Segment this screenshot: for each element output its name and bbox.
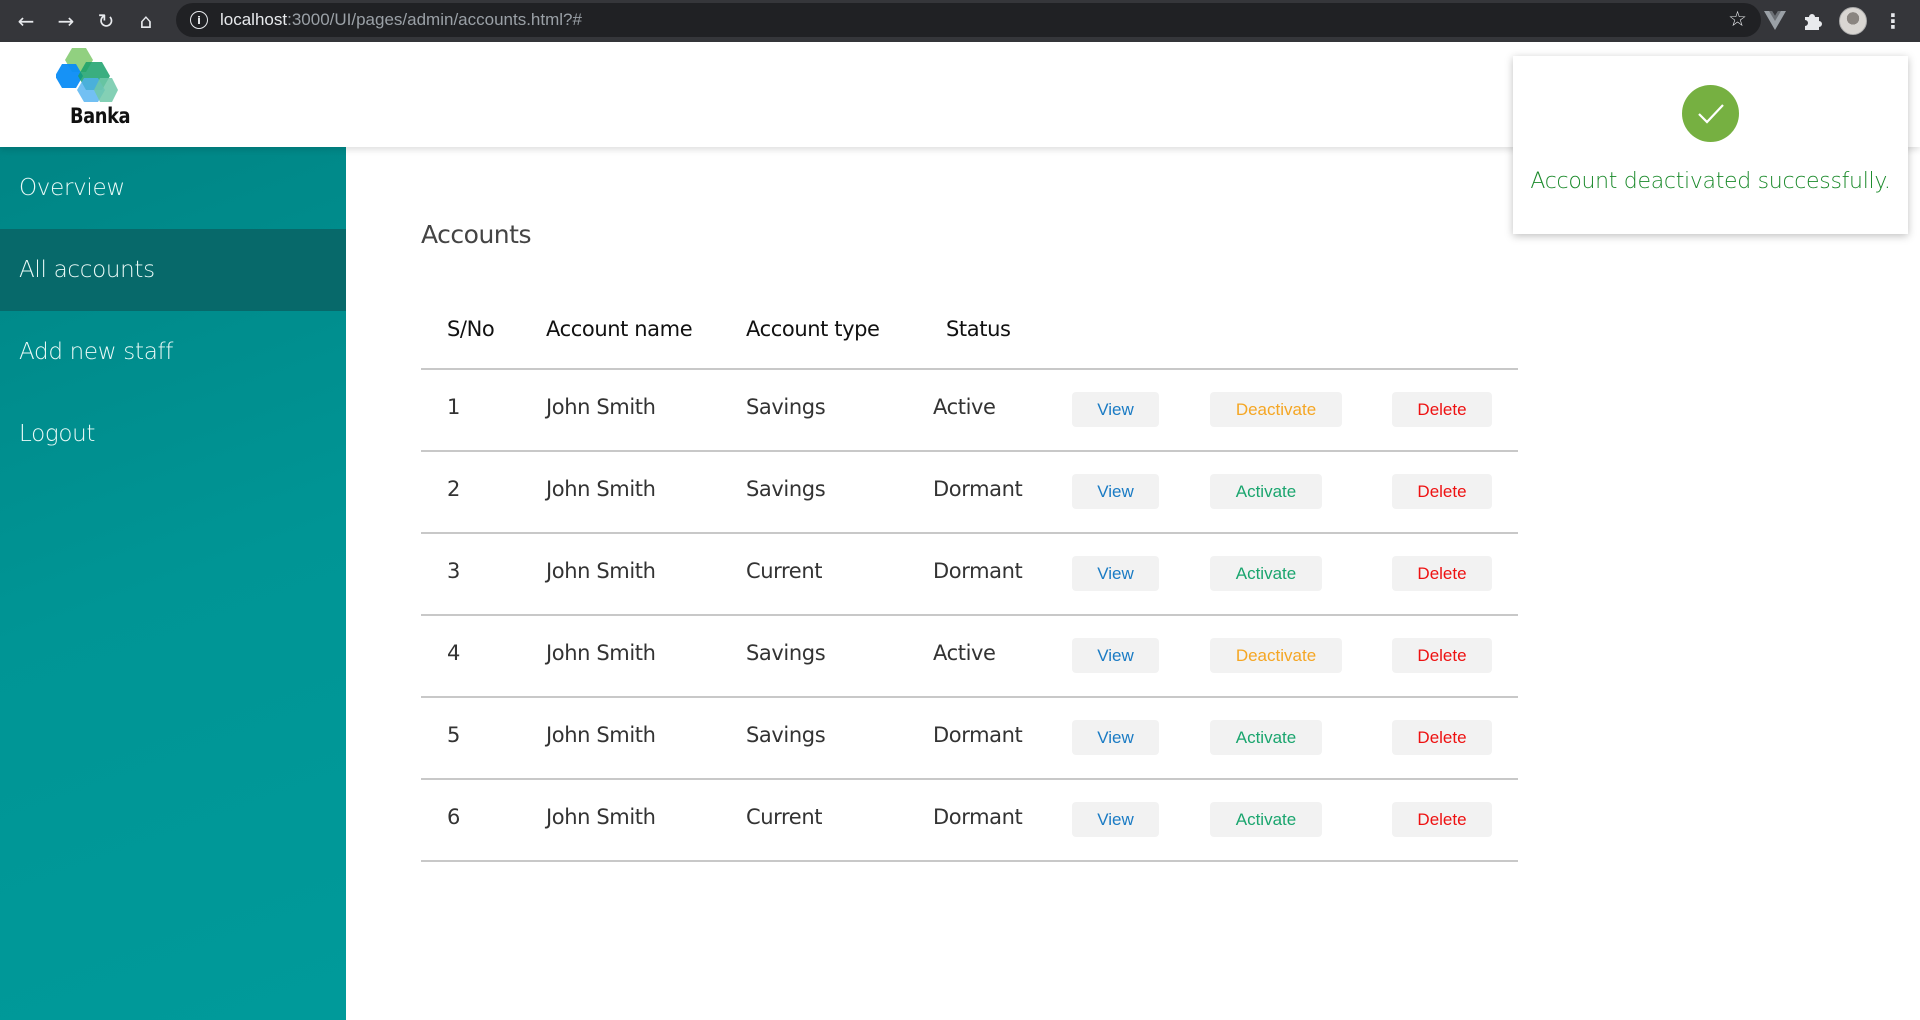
cell-sno: 4 [447, 641, 460, 665]
url-text[interactable]: localhost:3000/UI/pages/admin/accounts.h… [220, 10, 582, 30]
brand-name: Banka [70, 104, 131, 128]
cell-sno: 2 [447, 477, 460, 501]
cell-account-type: Current [746, 805, 823, 829]
url-host: localhost [220, 10, 288, 29]
column-header-sno: S/No [447, 317, 495, 341]
table-row: 4 John Smith Savings Active View Deactiv… [421, 616, 1518, 698]
cell-account-type: Current [746, 559, 823, 583]
activate-button[interactable]: Activate [1210, 474, 1322, 509]
accounts-table: S/No Account name Account type Status 1 … [421, 297, 1518, 862]
cell-account-type: Savings [746, 641, 826, 665]
view-button[interactable]: View [1072, 802, 1159, 837]
deactivate-button[interactable]: Deactivate [1210, 392, 1342, 427]
table-row: 3 John Smith Current Dormant View Activa… [421, 534, 1518, 616]
cell-account-name: John Smith [546, 395, 656, 419]
deactivate-button[interactable]: Deactivate [1210, 638, 1342, 673]
cell-status: Dormant [933, 477, 1023, 501]
forward-icon[interactable]: → [46, 0, 86, 42]
delete-button[interactable]: Delete [1392, 638, 1492, 673]
activate-button[interactable]: Activate [1210, 802, 1322, 837]
table-row: 2 John Smith Savings Dormant View Activa… [421, 452, 1518, 534]
address-bar[interactable]: i localhost:3000/UI/pages/admin/accounts… [176, 3, 1761, 37]
cell-sno: 5 [447, 723, 460, 747]
cell-status: Dormant [933, 723, 1023, 747]
url-path: :3000/UI/pages/admin/accounts.html?# [287, 10, 582, 29]
cell-status: Dormant [933, 805, 1023, 829]
cell-account-name: John Smith [546, 559, 656, 583]
delete-button[interactable]: Delete [1392, 802, 1492, 837]
cell-sno: 1 [447, 395, 460, 419]
view-button[interactable]: View [1072, 474, 1159, 509]
profile-avatar[interactable] [1838, 0, 1868, 42]
page-title: Accounts [421, 220, 531, 249]
toast-message: Account deactivated successfully. [1530, 169, 1891, 194]
activate-button[interactable]: Activate [1210, 556, 1322, 591]
back-icon[interactable]: ← [6, 0, 46, 42]
cell-account-type: Savings [746, 395, 826, 419]
cell-status: Active [933, 395, 996, 419]
sidebar-item-overview[interactable]: Overview [0, 147, 346, 229]
delete-button[interactable]: Delete [1392, 556, 1492, 591]
column-header-account-type: Account type [746, 317, 880, 341]
cell-account-name: John Smith [546, 641, 656, 665]
column-header-account-name: Account name [546, 317, 693, 341]
view-button[interactable]: View [1072, 638, 1159, 673]
cell-status: Active [933, 641, 996, 665]
cell-account-name: John Smith [546, 805, 656, 829]
column-header-status: Status [946, 317, 1011, 341]
cell-account-type: Savings [746, 477, 826, 501]
view-button[interactable]: View [1072, 556, 1159, 591]
reload-icon[interactable]: ↻ [86, 0, 126, 42]
cell-account-name: John Smith [546, 723, 656, 747]
view-button[interactable]: View [1072, 720, 1159, 755]
main-content: Accounts S/No Account name Account type … [346, 147, 1920, 1020]
browser-toolbar: ← → ↻ ⌂ i localhost:3000/UI/pages/admin/… [0, 0, 1920, 42]
view-button[interactable]: View [1072, 392, 1159, 427]
cell-status: Dormant [933, 559, 1023, 583]
browser-menu-icon[interactable]: ⋮ [1878, 0, 1908, 42]
cell-sno: 3 [447, 559, 460, 583]
activate-button[interactable]: Activate [1210, 720, 1322, 755]
table-row: 5 John Smith Savings Dormant View Activa… [421, 698, 1518, 780]
sidebar-item-add-new-staff[interactable]: Add new staff [0, 311, 346, 393]
delete-button[interactable]: Delete [1392, 720, 1492, 755]
vue-devtools-extension-icon[interactable] [1760, 0, 1790, 42]
table-row: 6 John Smith Current Dormant View Activa… [421, 780, 1518, 862]
cell-account-name: John Smith [546, 477, 656, 501]
bookmark-star-icon[interactable]: ☆ [1728, 7, 1747, 31]
home-icon[interactable]: ⌂ [126, 0, 166, 42]
table-header: S/No Account name Account type Status [421, 297, 1518, 370]
success-toast: Account deactivated successfully. [1513, 56, 1908, 234]
delete-button[interactable]: Delete [1392, 392, 1492, 427]
site-info-icon[interactable]: i [190, 11, 208, 29]
cell-sno: 6 [447, 805, 460, 829]
table-row: 1 John Smith Savings Active View Deactiv… [421, 370, 1518, 452]
check-circle-icon [1682, 85, 1739, 142]
extensions-puzzle-icon[interactable] [1797, 0, 1827, 42]
sidebar-item-logout[interactable]: Logout [0, 393, 346, 475]
cell-account-type: Savings [746, 723, 826, 747]
sidebar-item-all-accounts[interactable]: All accounts [0, 229, 346, 311]
sidebar: Overview All accounts Add new staff Logo… [0, 147, 346, 1020]
delete-button[interactable]: Delete [1392, 474, 1492, 509]
